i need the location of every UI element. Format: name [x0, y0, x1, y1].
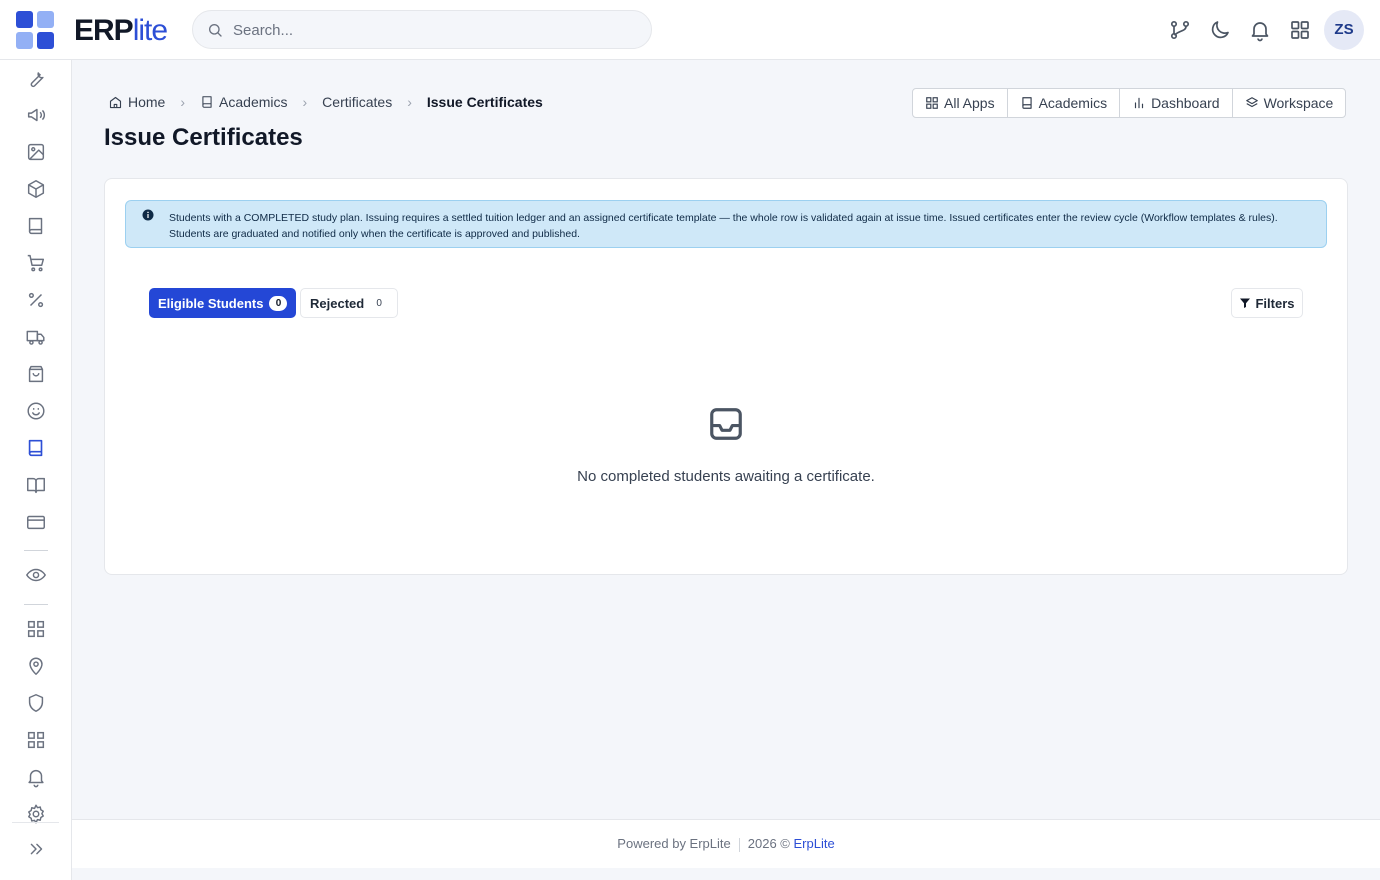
- cart-icon[interactable]: [25, 252, 47, 274]
- smile-icon[interactable]: [25, 400, 47, 422]
- breadcrumb-home[interactable]: Home: [108, 94, 165, 110]
- book-icon-active[interactable]: [25, 437, 47, 459]
- sidebar: [0, 60, 72, 880]
- logo-icon[interactable]: [16, 11, 54, 49]
- git-branch-icon[interactable]: [1168, 18, 1192, 42]
- academics-label: Academics: [1038, 95, 1108, 111]
- percent-icon[interactable]: [25, 289, 47, 311]
- page-title: Issue Certificates: [104, 124, 303, 151]
- book-open-icon[interactable]: [25, 474, 47, 496]
- breadcrumb-academics-label: Academics: [219, 94, 288, 110]
- apps-grid-icon: [926, 97, 938, 109]
- apps-grid-icon[interactable]: [1288, 18, 1312, 42]
- main-card: Students with a COMPLETED study plan. Is…: [104, 178, 1348, 575]
- moon-icon[interactable]: [1208, 18, 1232, 42]
- breadcrumb-certificates[interactable]: Certificates: [322, 94, 392, 110]
- workspace-button[interactable]: Workspace: [1233, 89, 1346, 117]
- all-apps-button[interactable]: All Apps: [913, 89, 1008, 117]
- quick-links: All Apps Academics Dashboard Workspace: [912, 88, 1347, 118]
- image-icon[interactable]: [25, 141, 47, 163]
- home-icon: [109, 96, 122, 108]
- dashboard-button[interactable]: Dashboard: [1120, 89, 1233, 117]
- box-icon[interactable]: [25, 178, 47, 200]
- bell-icon[interactable]: [1248, 18, 1272, 42]
- bar-chart-icon: [1134, 97, 1144, 109]
- filter-icon: [1240, 298, 1251, 308]
- megaphone-icon[interactable]: [25, 104, 47, 126]
- all-apps-label: All Apps: [944, 95, 995, 111]
- sidebar-divider: [12, 822, 59, 823]
- footer-year: 2026 ©: [747, 836, 790, 851]
- empty-state-text: No completed students awaiting a certifi…: [577, 468, 875, 485]
- breadcrumb: Home › Academics › Certificates › Issue …: [108, 92, 543, 112]
- eye-icon[interactable]: [25, 564, 47, 586]
- info-alert-text: Students with a COMPLETED study plan. Is…: [169, 212, 1278, 240]
- info-icon: [142, 209, 154, 221]
- sidebar-divider: [24, 604, 48, 605]
- breadcrumb-academics[interactable]: Academics: [200, 94, 288, 110]
- footer: Powered by ErpLite 2026 © ErpLite: [72, 819, 1380, 868]
- map-pin-icon[interactable]: [25, 655, 47, 677]
- credit-card-icon[interactable]: [25, 511, 47, 533]
- breadcrumb-home-label: Home: [128, 94, 166, 110]
- breadcrumb-separator: ›: [407, 94, 412, 110]
- breadcrumb-separator: ›: [180, 94, 186, 110]
- wrench-icon[interactable]: [25, 67, 47, 89]
- logo-wordmark[interactable]: ERPlite: [74, 14, 168, 48]
- book-icon: [202, 96, 212, 108]
- search-input[interactable]: [233, 19, 633, 41]
- workspace-label: Workspace: [1263, 95, 1334, 111]
- filters-label: Filters: [1255, 295, 1295, 311]
- search-icon: [209, 24, 222, 37]
- tab-eligible-label: Eligible Students: [158, 295, 264, 311]
- shield-icon[interactable]: [25, 692, 47, 714]
- count-badge: 0: [370, 295, 389, 311]
- info-alert: Students with a COMPLETED study plan. Is…: [125, 200, 1327, 248]
- breadcrumb-certificates-label: Certificates: [322, 94, 393, 110]
- footer-divider: [738, 837, 740, 852]
- top-bar: ERPlite ZS: [0, 0, 1380, 60]
- academics-button[interactable]: Academics: [1008, 89, 1121, 117]
- footer-powered: Powered by ErpLite: [617, 836, 731, 851]
- breadcrumb-separator: ›: [302, 94, 308, 110]
- expand-icon[interactable]: [25, 838, 47, 860]
- inbox-icon: [710, 408, 742, 440]
- shopping-bag-icon[interactable]: [25, 363, 47, 385]
- layers-icon: [1245, 97, 1258, 108]
- truck-icon[interactable]: [25, 326, 47, 348]
- bell-icon[interactable]: [25, 766, 47, 788]
- tab-eligible-students[interactable]: Eligible Students 0: [149, 288, 297, 318]
- count-badge: 0: [269, 295, 288, 311]
- tab-rejected[interactable]: Rejected 0: [300, 288, 399, 318]
- filters-button[interactable]: Filters: [1231, 288, 1303, 318]
- book-icon[interactable]: [25, 215, 47, 237]
- apps-grid-icon[interactable]: [25, 618, 47, 640]
- breadcrumb-current: Issue Certificates: [426, 94, 543, 110]
- sidebar-divider: [24, 550, 48, 551]
- search-bar[interactable]: [192, 10, 652, 49]
- user-avatar[interactable]: ZS: [1324, 10, 1364, 50]
- tab-rejected-label: Rejected: [310, 295, 365, 311]
- apps-grid-icon[interactable]: [25, 729, 47, 751]
- dashboard-label: Dashboard: [1151, 95, 1220, 111]
- book-icon: [1021, 97, 1032, 109]
- footer-link[interactable]: ErpLite: [794, 836, 835, 851]
